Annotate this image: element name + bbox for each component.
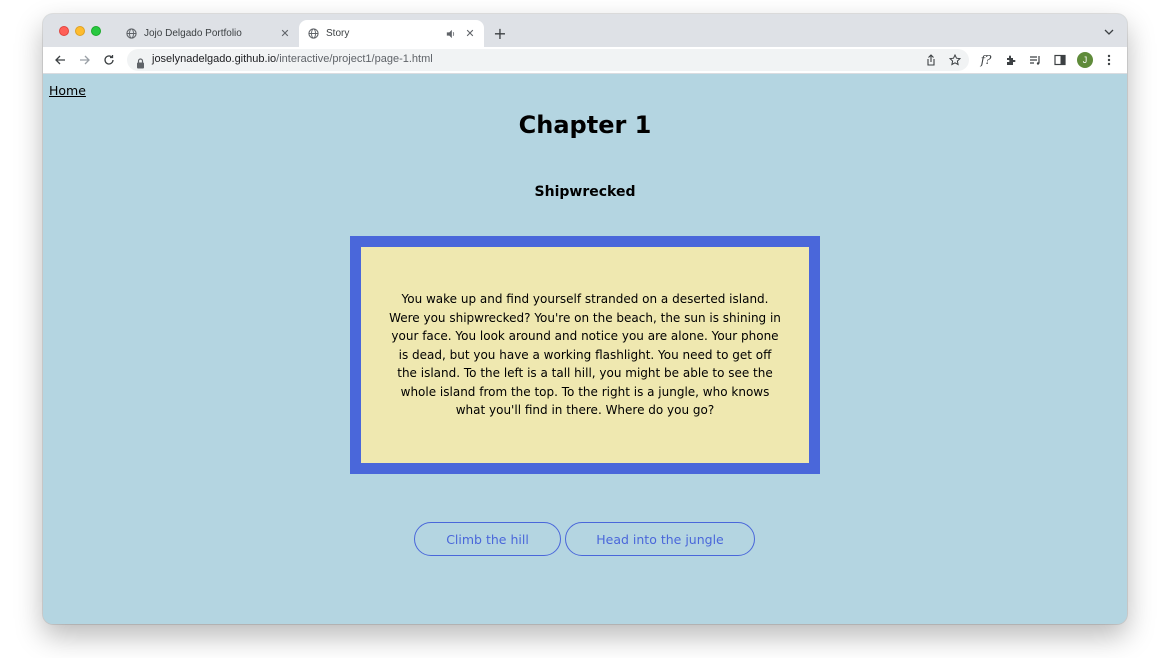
address-bar[interactable]: joselynadelgado.github.io/interactive/pr… (127, 49, 969, 71)
share-icon[interactable] (923, 52, 939, 68)
head-into-jungle-button[interactable]: Head into the jungle (565, 522, 755, 556)
url-path: /interactive/project1/page-1.html (276, 53, 433, 65)
climb-hill-button[interactable]: Climb the hill (414, 522, 561, 556)
browser-window: Jojo Delgado Portfolio ✕ Story ✕ + josel… (43, 14, 1127, 624)
forward-arrow-icon[interactable] (77, 52, 93, 68)
maximize-window-button[interactable] (91, 26, 101, 36)
chapter-title: Chapter 1 (518, 111, 652, 139)
url-text: joselynadelgado.github.io/interactive/pr… (152, 53, 433, 65)
globe-icon (126, 28, 137, 39)
back-arrow-icon[interactable] (52, 52, 68, 68)
profile-avatar[interactable]: J (1077, 52, 1093, 68)
chevron-down-icon[interactable] (1103, 26, 1115, 38)
story-box: You wake up and find yourself stranded o… (350, 236, 820, 474)
lock-icon[interactable] (136, 54, 145, 73)
new-tab-button[interactable]: + (491, 24, 509, 43)
page-content: Home Chapter 1 Shipwrecked You wake up a… (43, 74, 1127, 624)
tab-title: Jojo Delgado Portfolio (144, 28, 242, 39)
close-tab-icon[interactable]: ✕ (277, 26, 293, 42)
kebab-menu-icon[interactable] (1101, 52, 1117, 68)
reload-icon[interactable] (101, 52, 117, 68)
close-tab-icon[interactable]: ✕ (462, 26, 478, 42)
home-link[interactable]: Home (49, 83, 86, 98)
tab-portfolio[interactable]: Jojo Delgado Portfolio ✕ (117, 20, 299, 47)
chapter-subtitle: Shipwrecked (534, 184, 636, 200)
tab-story[interactable]: Story ✕ (299, 20, 484, 47)
bookmark-star-icon[interactable] (947, 52, 963, 68)
extension-fx-icon[interactable]: f? (978, 52, 994, 68)
browser-toolbar: joselynadelgado.github.io/interactive/pr… (43, 47, 1127, 74)
speaker-icon[interactable] (446, 29, 456, 39)
puzzle-extensions-icon[interactable] (1003, 52, 1019, 68)
tab-title: Story (326, 28, 350, 39)
reading-list-icon[interactable] (1027, 52, 1043, 68)
side-panel-icon[interactable] (1052, 52, 1068, 68)
close-window-button[interactable] (59, 26, 69, 36)
globe-icon (308, 28, 319, 39)
story-text: You wake up and find yourself stranded o… (389, 291, 781, 418)
minimize-window-button[interactable] (75, 26, 85, 36)
tab-strip: Jojo Delgado Portfolio ✕ Story ✕ + (43, 14, 1127, 47)
url-host: joselynadelgado.github.io (152, 53, 277, 65)
